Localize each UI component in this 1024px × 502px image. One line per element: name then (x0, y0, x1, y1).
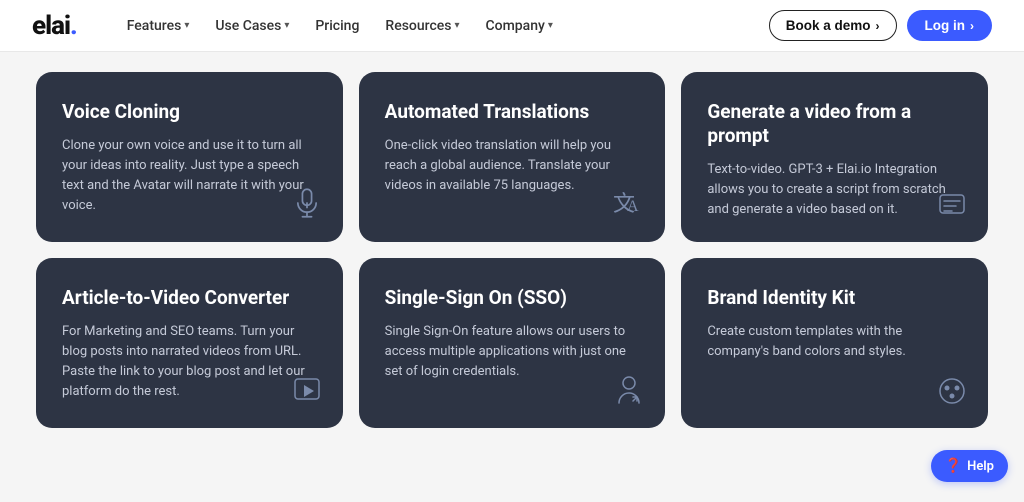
chevron-down-icon: ▾ (548, 20, 553, 31)
chevron-down-icon: ▾ (184, 20, 189, 31)
nav-link-label: Company (486, 18, 545, 34)
nav-link-label: Resources (385, 18, 451, 34)
card-icon (615, 375, 643, 410)
card-title: Automated Translations (385, 100, 640, 124)
card-desc: Clone your own voice and use it to turn … (62, 136, 317, 222)
logo[interactable]: elai. (32, 11, 77, 41)
nav-link-pricing[interactable]: Pricing (305, 12, 369, 40)
nav-actions: Book a demo › Log in › (769, 10, 992, 41)
card-title: Single-Sign On (SSO) (385, 286, 640, 310)
feature-card-voice-cloning: Voice Cloning Clone your own voice and us… (36, 72, 343, 242)
card-icon (938, 193, 966, 224)
card-desc: One-click video translation will help yo… (385, 136, 640, 222)
card-title: Article-to-Video Converter (62, 286, 317, 310)
feature-cards-grid: Voice Cloning Clone your own voice and us… (36, 72, 988, 428)
card-desc: Text-to-video. GPT-3 + Elai.io Integrati… (707, 160, 962, 223)
chevron-down-icon: ▾ (284, 20, 289, 31)
feature-card-brand-identity: Brand Identity Kit Create custom template… (681, 258, 988, 428)
login-label: Log in (925, 18, 966, 33)
book-demo-label: Book a demo (786, 18, 871, 33)
feature-card-sso: Single-Sign On (SSO) Single Sign-On featu… (359, 258, 666, 428)
help-label: Help (967, 459, 994, 474)
logo-text: elai (32, 11, 70, 41)
navbar: elai. Features▾Use Cases▾PricingResource… (0, 0, 1024, 52)
card-desc: For Marketing and SEO teams. Turn your b… (62, 322, 317, 408)
nav-link-label: Pricing (315, 18, 359, 34)
card-title: Brand Identity Kit (707, 286, 962, 310)
card-icon (293, 377, 321, 410)
nav-link-features[interactable]: Features▾ (117, 12, 200, 40)
svg-text:A: A (627, 198, 639, 215)
card-icon: 文A (611, 191, 643, 224)
nav-link-resources[interactable]: Resources▾ (375, 12, 469, 40)
main-content: Voice Cloning Clone your own voice and us… (0, 52, 1024, 448)
nav-links: Features▾Use Cases▾PricingResources▾Comp… (117, 12, 769, 40)
logo-dot: . (70, 11, 77, 41)
card-title: Generate a video from a prompt (707, 100, 962, 148)
card-icon (938, 377, 966, 410)
nav-link-company[interactable]: Company▾ (476, 12, 563, 40)
chevron-down-icon: ▾ (454, 20, 459, 31)
nav-link-use-cases[interactable]: Use Cases▾ (205, 12, 299, 40)
arrow-icon: › (876, 19, 880, 33)
feature-card-generate-video-prompt: Generate a video from a prompt Text-to-vi… (681, 72, 988, 242)
login-button[interactable]: Log in › (907, 10, 993, 41)
nav-link-label: Features (127, 18, 182, 34)
feature-card-automated-translations: Automated Translations One-click video tr… (359, 72, 666, 242)
card-icon (293, 187, 321, 224)
help-icon: ❓ (945, 458, 962, 474)
card-desc: Create custom templates with the company… (707, 322, 962, 408)
card-desc: Single Sign-On feature allows our users … (385, 322, 640, 408)
nav-link-label: Use Cases (215, 18, 281, 34)
card-title: Voice Cloning (62, 100, 317, 124)
book-demo-button[interactable]: Book a demo › (769, 10, 897, 41)
feature-card-article-to-video: Article-to-Video Converter For Marketing … (36, 258, 343, 428)
arrow-icon: › (970, 19, 974, 33)
help-button[interactable]: ❓ Help (931, 450, 1008, 482)
